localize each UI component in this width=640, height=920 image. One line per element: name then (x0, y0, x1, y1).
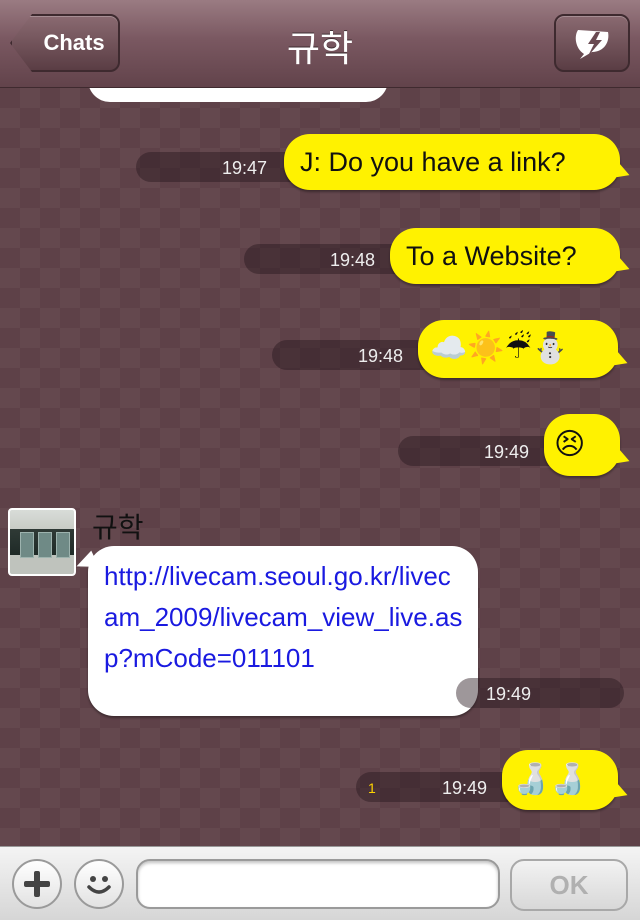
page-title: 규학 (286, 29, 354, 70)
send-button[interactable]: OK (510, 859, 628, 911)
lightning-icon (575, 30, 609, 59)
face-emoji: 😣 (554, 427, 586, 462)
timestamp-pill (136, 152, 306, 182)
my-message-bubble[interactable]: To a Website? (390, 228, 620, 284)
chat-area[interactable]: 19:47 J: Do you have a link? 19:48 To a … (0, 88, 640, 846)
back-button-label: Chats (43, 30, 105, 55)
message-input[interactable] (136, 859, 500, 909)
message-link[interactable]: http://livecam.seoul.go.kr/livecam_2009/… (104, 561, 462, 673)
smiley-icon (87, 876, 111, 894)
their-message-bubble[interactable]: http://livecam.seoul.go.kr/livecam_2009/… (88, 546, 478, 716)
plus-icon (24, 871, 50, 897)
message-text: J: Do you have a link? (300, 146, 566, 177)
message-time: 19:48 (330, 250, 376, 270)
timestamp-pill (356, 772, 526, 802)
message-text: To a Website? (406, 240, 577, 271)
message-input-bar: OK (0, 846, 640, 920)
back-button[interactable]: Chats (10, 14, 120, 72)
my-message-bubble[interactable]: 🍶🍶 (502, 750, 618, 810)
message-time: 19:49 (442, 778, 488, 798)
avatar[interactable] (8, 508, 76, 576)
lightning-button[interactable] (554, 14, 630, 72)
sender-name: 규학 (92, 511, 144, 544)
unread-count: 1 (368, 780, 376, 796)
nav-bar: Chats 규학 (0, 0, 640, 88)
soju-emoji: 🍶🍶 (512, 762, 587, 797)
weather-emoji: ☁️☀️☔⛄ (430, 331, 569, 366)
timestamp-pill (398, 436, 568, 466)
previous-message-bubble (88, 88, 388, 102)
timestamp-pill (244, 244, 414, 274)
emoticon-button[interactable] (74, 859, 124, 909)
my-message-bubble[interactable]: ☁️☀️☔⛄ (418, 320, 618, 378)
timestamp-pill (456, 678, 624, 708)
message-time: 19:49 (486, 684, 532, 704)
message-time: 19:47 (222, 158, 268, 178)
my-message-bubble[interactable]: 😣 (544, 414, 620, 476)
add-attachment-button[interactable] (12, 859, 62, 909)
message-time: 19:48 (358, 346, 404, 366)
timestamp-pill (272, 340, 442, 370)
my-message-bubble[interactable]: J: Do you have a link? (284, 134, 620, 190)
message-time: 19:49 (484, 442, 530, 462)
